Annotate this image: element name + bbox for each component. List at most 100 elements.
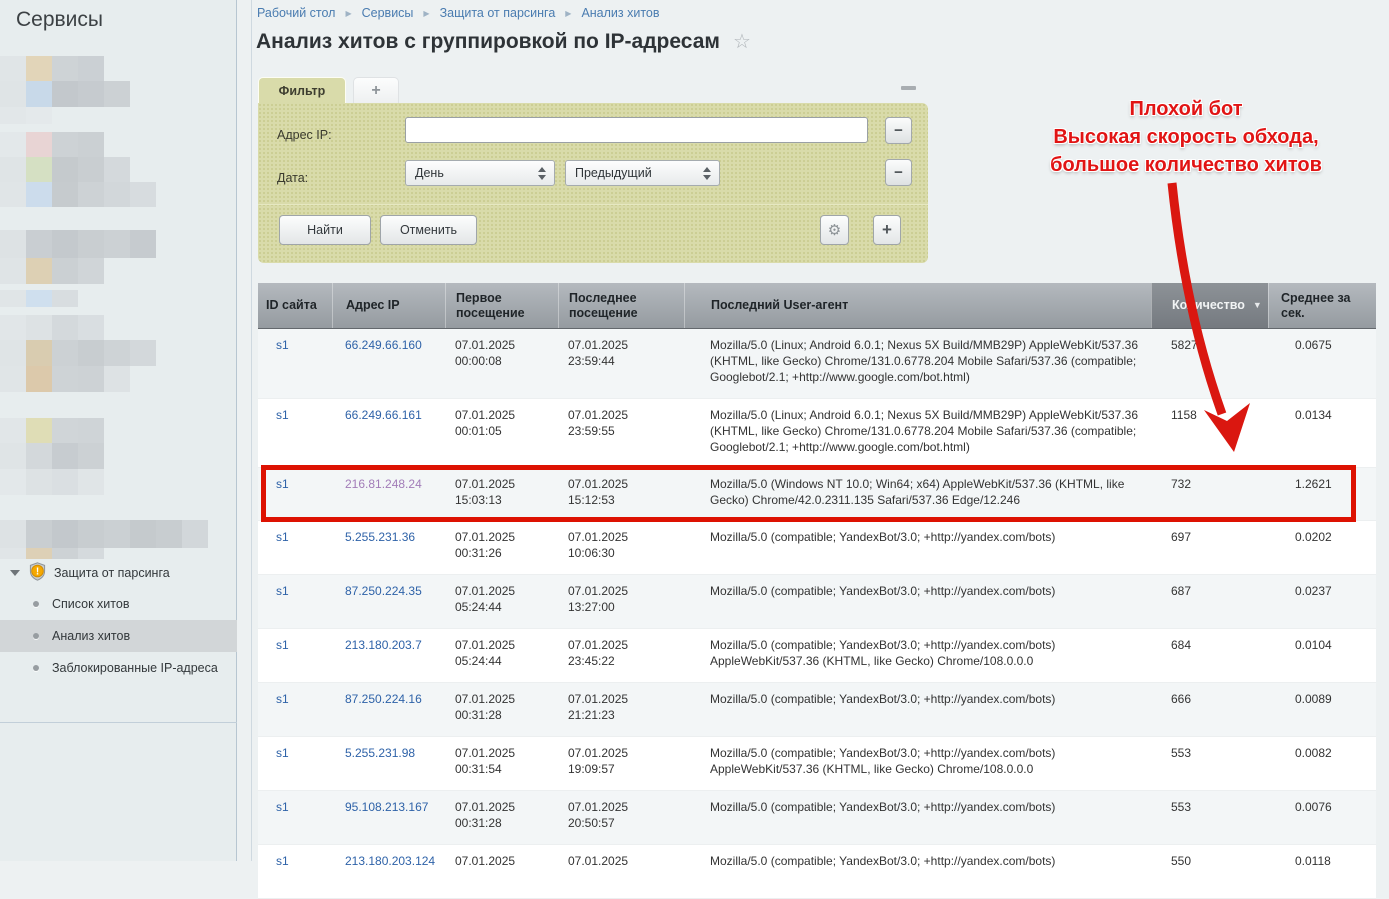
- header-count-label: Количество: [1172, 298, 1245, 313]
- redacted-menu-block: [0, 258, 104, 284]
- annotation-line: Плохой бот: [990, 95, 1382, 123]
- ip-link[interactable]: 95.108.213.167: [345, 800, 428, 814]
- header-ip[interactable]: Адрес IP: [332, 283, 445, 328]
- table-row[interactable]: s1 213.180.203.7 07.01.2025 05:24:44 07.…: [258, 629, 1376, 683]
- header-site-id[interactable]: ID сайта: [258, 283, 332, 328]
- breadcrumb-parsing-protection[interactable]: Защита от парсинга: [440, 6, 556, 20]
- ip-link[interactable]: 87.250.224.16: [345, 692, 422, 706]
- table-row[interactable]: s1 95.108.213.167 07.01.2025 00:31:28 07…: [258, 791, 1376, 845]
- site-link[interactable]: s1: [276, 854, 289, 868]
- site-link[interactable]: s1: [276, 800, 289, 814]
- date-period-value: День: [415, 166, 444, 180]
- annotation-bad-bot: Плохой бот Высокая скорость обхода, боль…: [990, 95, 1382, 179]
- ip-link[interactable]: 213.180.203.7: [345, 638, 422, 652]
- header-first-visit[interactable]: Первое посещение: [445, 283, 558, 328]
- table-row[interactable]: s1 5.255.231.98 07.01.2025 00:31:54 07.0…: [258, 737, 1376, 791]
- site-link[interactable]: s1: [276, 692, 289, 706]
- shield-warning-icon: !: [29, 562, 46, 584]
- hit-count: 553: [1151, 791, 1268, 844]
- last-visit: 07.01.2025 15:12:53: [558, 468, 684, 520]
- ip-filter-input[interactable]: [405, 117, 868, 143]
- table-row-highlighted-bad-bot[interactable]: s1 216.81.248.24 07.01.2025 15:03:13 07.…: [258, 468, 1376, 521]
- header-count-sorted[interactable]: Количество ▼: [1151, 283, 1268, 328]
- ip-link[interactable]: 87.250.224.35: [345, 584, 422, 598]
- bullet-icon: [33, 633, 39, 639]
- ip-link[interactable]: 5.255.231.98: [345, 746, 415, 760]
- first-visit: 07.01.2025: [445, 845, 558, 898]
- add-condition-button[interactable]: +: [873, 215, 901, 245]
- add-filter-tab[interactable]: +: [353, 77, 399, 103]
- last-visit: 07.01.2025 13:27:00: [558, 575, 684, 628]
- table-row[interactable]: s1 66.249.66.160 07.01.2025 00:00:08 07.…: [258, 329, 1376, 399]
- site-link[interactable]: s1: [276, 530, 289, 544]
- date-period-select[interactable]: День: [405, 160, 555, 186]
- ip-link[interactable]: 5.255.231.36: [345, 530, 415, 544]
- site-link[interactable]: s1: [276, 584, 289, 598]
- site-link[interactable]: s1: [276, 638, 289, 652]
- redacted-menu-block: [0, 469, 104, 495]
- sidebar-item-blocked-ips[interactable]: Заблокированные IP-адреса: [0, 652, 237, 684]
- gear-icon: ⚙: [828, 221, 841, 239]
- cancel-button[interactable]: Отменить: [380, 215, 477, 245]
- table-row[interactable]: s1 87.250.224.16 07.01.2025 00:31:28 07.…: [258, 683, 1376, 737]
- breadcrumb-desktop[interactable]: Рабочий стол: [257, 6, 335, 20]
- remove-ip-filter-button[interactable]: −: [885, 117, 912, 144]
- date-value-select[interactable]: Предыдущий: [565, 160, 720, 186]
- sidebar-title: Сервисы: [16, 8, 103, 32]
- annotation-line: Высокая скорость обхода,: [990, 123, 1382, 151]
- site-link[interactable]: s1: [276, 746, 289, 760]
- last-visit: 07.01.2025 21:21:23: [558, 683, 684, 736]
- sidebar-item-hit-analysis[interactable]: Анализ хитов: [0, 620, 237, 652]
- settings-button[interactable]: ⚙: [820, 215, 849, 245]
- header-user-agent[interactable]: Последний User-агент: [684, 283, 1151, 328]
- site-link[interactable]: s1: [276, 477, 289, 491]
- last-visit: 07.01.2025 20:50:57: [558, 791, 684, 844]
- breadcrumb-arrow-icon: ▶: [423, 9, 429, 18]
- redacted-menu-block: [0, 418, 104, 443]
- table-row[interactable]: s1 66.249.66.161 07.01.2025 00:01:05 07.…: [258, 399, 1376, 468]
- table-row[interactable]: s1 87.250.224.35 07.01.2025 05:24:44 07.…: [258, 575, 1376, 629]
- first-visit: 07.01.2025 00:31:28: [445, 683, 558, 736]
- last-visit: 07.01.2025 10:06:30: [558, 521, 684, 574]
- table-row[interactable]: s1 5.255.231.36 07.01.2025 00:31:26 07.0…: [258, 521, 1376, 575]
- sidebar-item-hit-list[interactable]: Список хитов: [0, 588, 237, 620]
- redacted-menu-block: [0, 366, 130, 392]
- site-link[interactable]: s1: [276, 408, 289, 422]
- find-button[interactable]: Найти: [279, 215, 371, 245]
- sidebar-menu: ! Защита от парсинга Список хитов Анализ…: [0, 558, 237, 684]
- bullet-icon: [33, 665, 39, 671]
- content-left-border: [251, 0, 252, 861]
- sort-desc-icon: ▼: [1253, 298, 1262, 313]
- ip-link[interactable]: 213.180.203.124: [345, 854, 435, 868]
- filter-divider: [258, 204, 928, 205]
- date-value-value: Предыдущий: [575, 166, 652, 180]
- redacted-menu-block: [0, 315, 104, 340]
- hit-count: 550: [1151, 845, 1268, 898]
- annotation-line: большое количество хитов: [990, 151, 1382, 179]
- header-avg[interactable]: Среднее за сек.: [1268, 283, 1376, 328]
- collapse-filter-icon[interactable]: [901, 86, 916, 90]
- breadcrumb-hit-analysis[interactable]: Анализ хитов: [581, 6, 659, 20]
- ip-link-visited[interactable]: 216.81.248.24: [345, 477, 422, 491]
- tab-filter[interactable]: Фильтр: [258, 77, 346, 103]
- title-row: Анализ хитов с группировкой по IP-адреса…: [256, 29, 751, 54]
- redacted-menu-block: [0, 132, 104, 157]
- chevron-down-icon[interactable]: [10, 570, 20, 576]
- ip-link[interactable]: 66.249.66.160: [345, 338, 422, 352]
- favorite-star-icon[interactable]: ☆: [733, 29, 751, 54]
- table-header: ID сайта Адрес IP Первое посещение После…: [258, 283, 1376, 329]
- header-last-visit[interactable]: Последнее посещение: [558, 283, 684, 328]
- redacted-menu-block: [0, 520, 208, 548]
- first-visit: 07.01.2025 05:24:44: [445, 629, 558, 682]
- table-row[interactable]: s1 213.180.203.124 07.01.2025 07.01.2025…: [258, 845, 1376, 899]
- sidebar-section-parsing-protection[interactable]: ! Защита от парсинга: [0, 558, 237, 588]
- breadcrumb-services[interactable]: Сервисы: [362, 6, 414, 20]
- ip-link[interactable]: 66.249.66.161: [345, 408, 422, 422]
- date-filter-label: Дата:: [277, 171, 308, 185]
- site-link[interactable]: s1: [276, 338, 289, 352]
- last-visit: 07.01.2025 23:59:55: [558, 399, 684, 467]
- sidebar-section-label: Защита от парсинга: [54, 566, 170, 580]
- user-agent: Mozilla/5.0 (compatible; YandexBot/3.0; …: [684, 575, 1151, 628]
- remove-date-filter-button[interactable]: −: [885, 159, 912, 186]
- user-agent: Mozilla/5.0 (compatible; YandexBot/3.0; …: [684, 845, 1151, 898]
